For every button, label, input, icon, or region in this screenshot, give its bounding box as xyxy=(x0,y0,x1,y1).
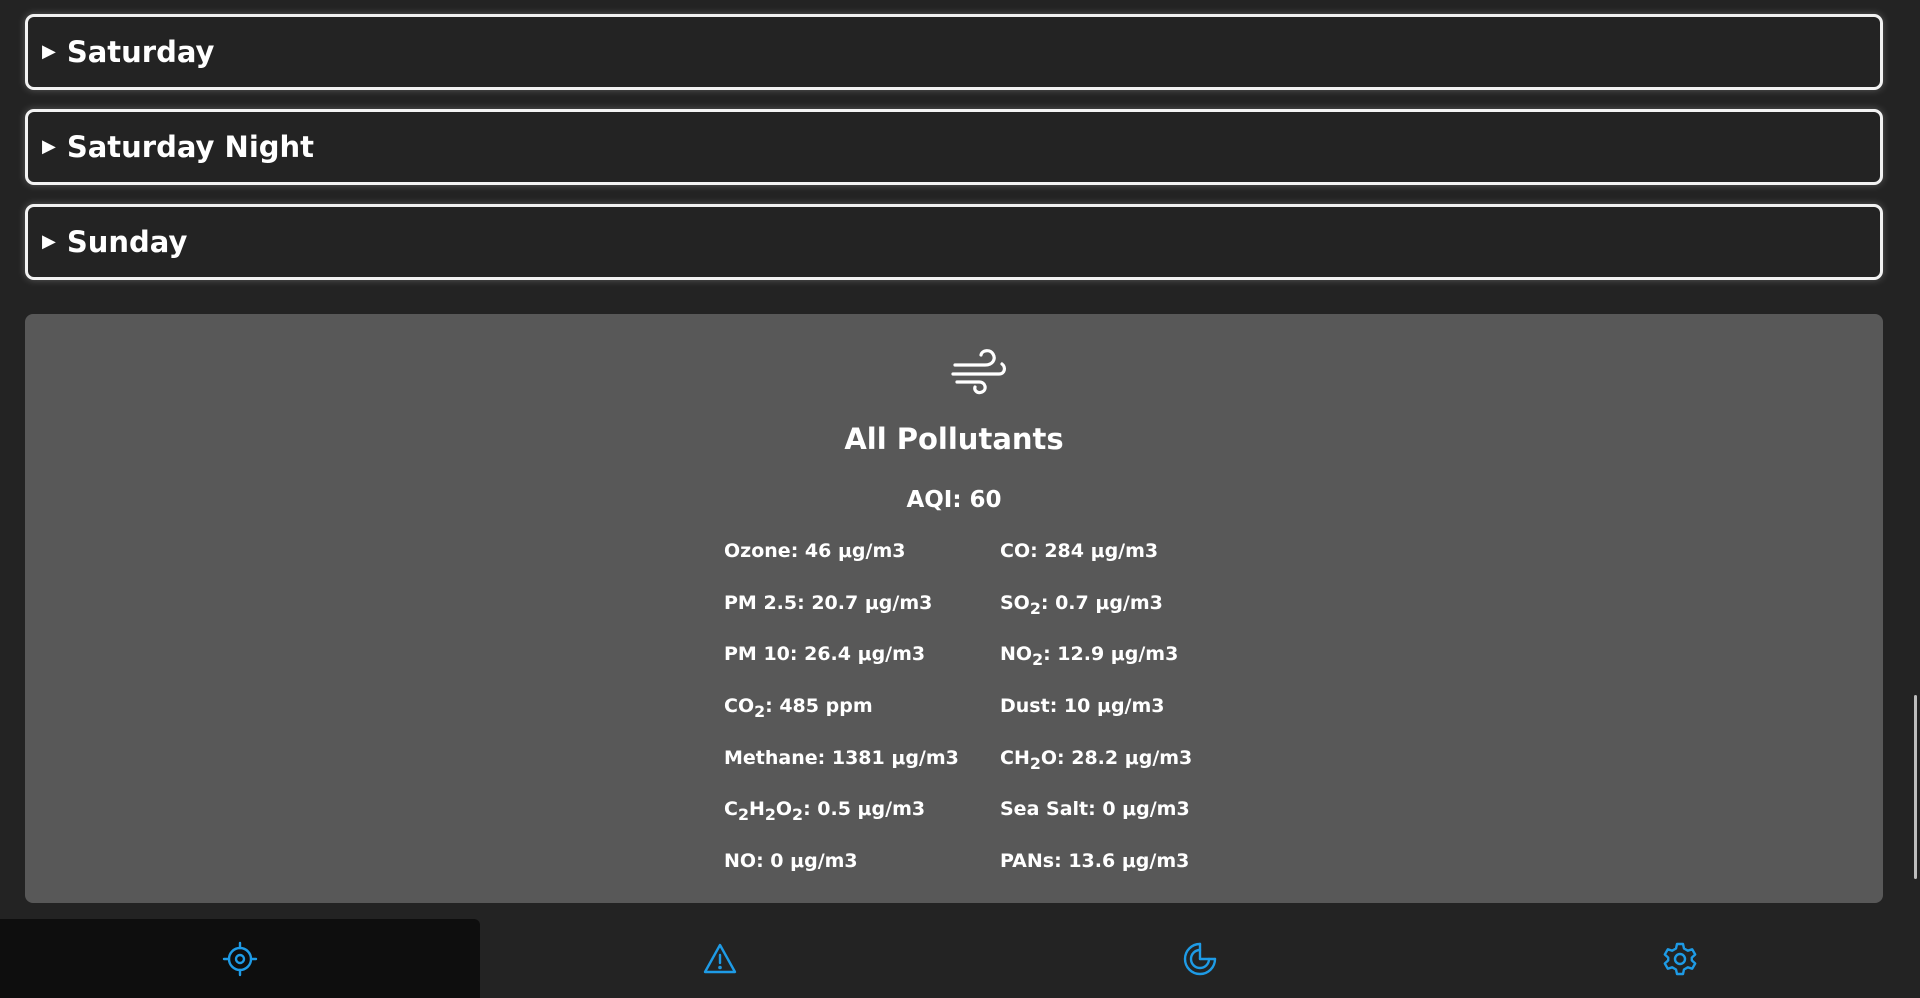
warning-triangle-icon xyxy=(703,943,737,973)
forecast-list: ▶ Saturday ▶ Saturday Night ▶ Sunday xyxy=(25,14,1883,299)
pollutant-no2: NO2: 12.9 μg/m3 xyxy=(1000,643,1179,670)
pollutant-pans: PANs: 13.6 μg/m3 xyxy=(1000,850,1190,873)
expand-caret-icon: ▶ xyxy=(42,231,56,252)
nav-location-button[interactable] xyxy=(0,919,480,998)
pollutant-so2: SO2: 0.7 μg/m3 xyxy=(1000,591,1163,618)
aqi-value: AQI: 60 xyxy=(906,487,1002,513)
nav-alerts-button[interactable] xyxy=(480,919,960,998)
expand-caret-icon: ▶ xyxy=(42,136,56,157)
crosshair-icon xyxy=(222,941,258,976)
scrollbar-thumb[interactable] xyxy=(1914,695,1917,879)
gear-icon xyxy=(1663,942,1697,975)
page: ▶ Saturday ▶ Saturday Night ▶ Sunday All… xyxy=(0,0,1920,998)
pollutant-co: CO: 284 μg/m3 xyxy=(1000,540,1159,562)
expand-caret-icon: ▶ xyxy=(42,41,56,62)
pollutant-grid: Ozone: 46 μg/m3 CO: 284 μg/m3 PM 2.5: 20… xyxy=(724,540,1240,902)
forecast-day-saturday-night[interactable]: ▶ Saturday Night xyxy=(25,109,1883,185)
radar-icon xyxy=(1183,942,1217,975)
pollutant-sea-salt: Sea Salt: 0 μg/m3 xyxy=(1000,798,1190,821)
pollutants-card: All Pollutants AQI: 60 Ozone: 46 μg/m3 C… xyxy=(25,314,1883,903)
forecast-day-sunday[interactable]: ▶ Sunday xyxy=(25,204,1883,280)
pollutant-dust: Dust: 10 μg/m3 xyxy=(1000,695,1165,718)
bottom-nav xyxy=(0,919,1920,998)
pollutant-ozone: Ozone: 46 μg/m3 xyxy=(724,540,906,562)
pollutant-methane: Methane: 1381 μg/m3 xyxy=(724,746,959,769)
pollutant-pm10: PM 10: 26.4 μg/m3 xyxy=(724,643,926,666)
pollutant-ch2o: CH2O: 28.2 μg/m3 xyxy=(1000,746,1193,773)
day-label: Saturday Night xyxy=(66,130,315,164)
pollutant-co2: CO2: 485 ppm xyxy=(724,695,873,721)
nav-radar-button[interactable] xyxy=(960,919,1440,998)
day-label: Sunday xyxy=(66,225,188,259)
wind-icon xyxy=(951,349,1006,395)
nav-settings-button[interactable] xyxy=(1440,919,1920,998)
forecast-day-saturday[interactable]: ▶ Saturday xyxy=(25,14,1883,90)
pollutant-c2h2o2: C2H2O2: 0.5 μg/m3 xyxy=(724,798,926,825)
pollutant-no: NO: 0 μg/m3 xyxy=(724,850,858,873)
card-title: All Pollutants xyxy=(844,422,1064,456)
pollutant-pm25: PM 2.5: 20.7 μg/m3 xyxy=(724,591,933,614)
day-label: Saturday xyxy=(66,35,215,69)
